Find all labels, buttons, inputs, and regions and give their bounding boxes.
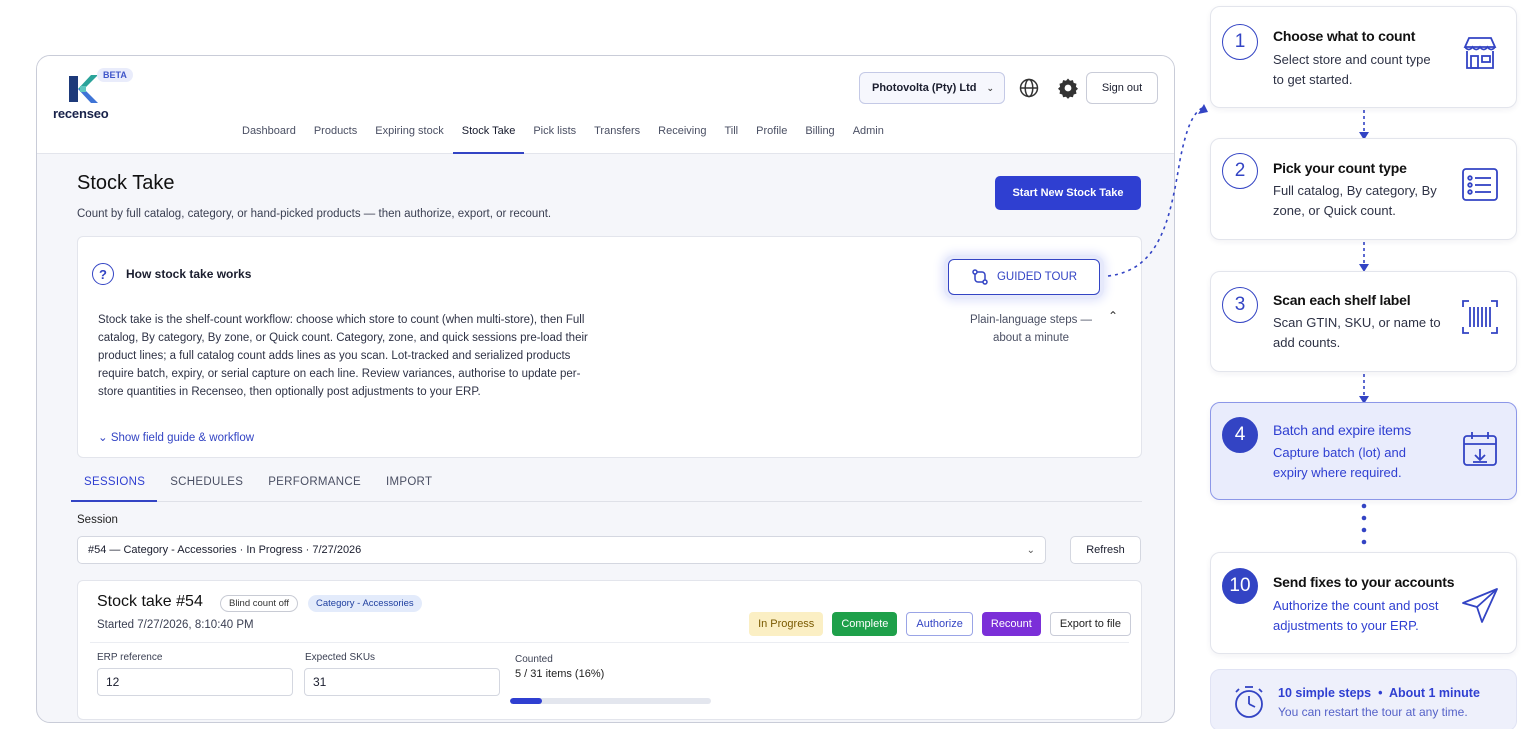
status-badge: In Progress bbox=[749, 612, 824, 636]
tour-step-4[interactable]: 4 Batch and expire items Capture batch (… bbox=[1210, 402, 1517, 500]
main-nav: Dashboard Products Expiring stock Stock … bbox=[233, 118, 893, 154]
step-number: 3 bbox=[1222, 287, 1258, 323]
logo-icon bbox=[69, 75, 98, 103]
field-guide-label: Show field guide & workflow bbox=[110, 432, 255, 444]
session-select[interactable]: #54 — Category - Accessories · In Progre… bbox=[77, 536, 1046, 564]
session-tabs: SESSIONS SCHEDULES PERFORMANCE IMPORT bbox=[71, 470, 1142, 502]
help-icon: ? bbox=[92, 263, 114, 285]
nav-profile[interactable]: Profile bbox=[747, 118, 796, 154]
step-title: Scan each shelf label bbox=[1273, 292, 1411, 308]
nav-transfers[interactable]: Transfers bbox=[585, 118, 649, 154]
stock-take-actions: In Progress Complete Authorize Recount E… bbox=[749, 612, 1131, 636]
session-label: Session bbox=[77, 514, 118, 526]
tab-performance[interactable]: PERFORMANCE bbox=[255, 470, 373, 502]
nav-products[interactable]: Products bbox=[305, 118, 366, 154]
page-subtitle: Count by full catalog, category, or hand… bbox=[77, 208, 552, 220]
globe-icon[interactable] bbox=[1018, 77, 1040, 99]
app-window: recenseo BETA Photovolta (Pty) Ltd ⌄ Sig… bbox=[36, 55, 1175, 723]
organization-name: Photovolta (Pty) Ltd bbox=[872, 82, 977, 94]
category-chip: Category - Accessories bbox=[308, 595, 422, 612]
started-timestamp: Started 7/27/2026, 8:10:40 PM bbox=[97, 619, 254, 631]
tab-schedules[interactable]: SCHEDULES bbox=[157, 470, 255, 502]
send-icon bbox=[1462, 588, 1498, 623]
info-title: How stock take works bbox=[126, 267, 252, 281]
tour-steps-count: 10 simple steps bbox=[1278, 686, 1372, 700]
beta-badge: BETA bbox=[97, 68, 133, 82]
step-number: 10 bbox=[1222, 568, 1258, 604]
complete-button[interactable]: Complete bbox=[832, 612, 898, 636]
nav-dashboard[interactable]: Dashboard bbox=[233, 118, 305, 154]
brand-name: recenseo bbox=[53, 106, 109, 121]
step-description: Authorize the count and post adjustments… bbox=[1273, 598, 1439, 633]
nav-stock-take[interactable]: Stock Take bbox=[452, 118, 525, 154]
guided-tour-button[interactable]: GUIDED TOUR bbox=[948, 259, 1100, 295]
tour-step-1[interactable]: 1 Choose what to count Select store and … bbox=[1210, 6, 1517, 108]
tour-note: Plain-language steps — about a minute bbox=[969, 314, 1093, 344]
session-selected-value: #54 — Category - Accessories · In Progre… bbox=[88, 544, 362, 556]
expected-skus-label: Expected SKUs bbox=[305, 652, 376, 663]
list-icon bbox=[1462, 168, 1498, 201]
erp-reference-input[interactable]: 12 bbox=[97, 668, 293, 696]
nav-admin[interactable]: Admin bbox=[844, 118, 893, 154]
export-button[interactable]: Export to file bbox=[1049, 612, 1131, 636]
step-title: Batch and expire items bbox=[1273, 422, 1412, 438]
tab-import[interactable]: IMPORT bbox=[373, 470, 444, 502]
nav-expiring-stock[interactable]: Expiring stock bbox=[366, 118, 452, 154]
recount-button[interactable]: Recount bbox=[981, 612, 1041, 636]
nav-receiving[interactable]: Receiving bbox=[649, 118, 715, 154]
step-number: 4 bbox=[1222, 417, 1258, 453]
info-body: Stock take is the shelf-count workflow: … bbox=[98, 314, 588, 398]
field-guide-link[interactable]: ⌄ Show field guide & workflow bbox=[98, 430, 254, 444]
chevron-down-icon: ⌄ bbox=[986, 82, 995, 93]
timer-icon bbox=[1235, 686, 1263, 718]
tour-summary: 10 simple steps • About 1 minute bbox=[1278, 686, 1480, 700]
expected-skus-input[interactable]: 31 bbox=[304, 668, 500, 696]
organization-select[interactable]: Photovolta (Pty) Ltd ⌄ bbox=[859, 72, 1005, 104]
step-description: Scan GTIN, SKU, or name to add counts. bbox=[1273, 315, 1441, 350]
divider bbox=[90, 642, 1129, 643]
tour-duration: About 1 minute bbox=[1388, 686, 1480, 700]
gear-icon[interactable] bbox=[1057, 77, 1079, 99]
tour-step-3[interactable]: 3 Scan each shelf label Scan GTIN, SKU, … bbox=[1210, 271, 1517, 372]
top-bar: recenseo BETA Photovolta (Pty) Ltd ⌄ Sig… bbox=[37, 56, 1174, 154]
blind-count-chip: Blind count off bbox=[220, 595, 299, 612]
nav-till[interactable]: Till bbox=[715, 118, 747, 154]
counted-value: 5 / 31 items (16%) bbox=[515, 668, 605, 680]
separator-dot: • bbox=[1374, 686, 1386, 700]
counted-label: Counted bbox=[515, 654, 553, 665]
route-icon bbox=[972, 269, 988, 285]
tab-sessions[interactable]: SESSIONS bbox=[71, 470, 158, 502]
count-progress-bar bbox=[510, 698, 711, 704]
tour-connector bbox=[1107, 104, 1208, 277]
step-title: Choose what to count bbox=[1273, 28, 1416, 44]
refresh-button[interactable]: Refresh bbox=[1070, 536, 1141, 564]
nav-pick-lists[interactable]: Pick lists bbox=[524, 118, 585, 154]
step-number: 2 bbox=[1222, 153, 1258, 189]
stock-take-card: Stock take #54 Blind count off Category … bbox=[77, 580, 1142, 720]
step-description: Capture batch (lot) and expiry where req… bbox=[1273, 445, 1406, 480]
step-description: Select store and count type to get start… bbox=[1273, 52, 1431, 87]
chevron-down-icon: ⌄ bbox=[1026, 544, 1035, 556]
barcode-icon bbox=[1462, 300, 1498, 334]
tour-step-2[interactable]: 2 Pick your count type Full catalog, By … bbox=[1210, 138, 1517, 240]
step-description: Full catalog, By category, By zone, or Q… bbox=[1273, 183, 1437, 218]
step-number: 1 bbox=[1222, 24, 1258, 60]
chevron-down-icon: ⌄ bbox=[98, 432, 111, 444]
guided-tour-label: GUIDED TOUR bbox=[996, 271, 1078, 283]
step-title: Pick your count type bbox=[1273, 160, 1407, 176]
erp-reference-label: ERP reference bbox=[97, 652, 163, 663]
nav-billing[interactable]: Billing bbox=[796, 118, 843, 154]
tour-footer: 10 simple steps • About 1 minute You can… bbox=[1210, 669, 1517, 729]
tour-restart-note: You can restart the tour at any time. bbox=[1278, 705, 1468, 719]
tour-step-10[interactable]: 10 Send fixes to your accounts Authorize… bbox=[1210, 552, 1517, 654]
calendar-icon bbox=[1463, 432, 1497, 466]
store-icon bbox=[1463, 37, 1497, 69]
count-progress-fill bbox=[510, 698, 543, 704]
page-title: Stock Take bbox=[77, 172, 175, 194]
step-title: Send fixes to your accounts bbox=[1273, 574, 1455, 590]
authorize-button[interactable]: Authorize bbox=[906, 612, 973, 636]
stock-take-title: Stock take #54 bbox=[97, 593, 203, 610]
how-it-works-card: ? How stock take works Stock take is the… bbox=[77, 236, 1142, 458]
chevron-up-icon[interactable]: ⌃ bbox=[1108, 309, 1118, 323]
